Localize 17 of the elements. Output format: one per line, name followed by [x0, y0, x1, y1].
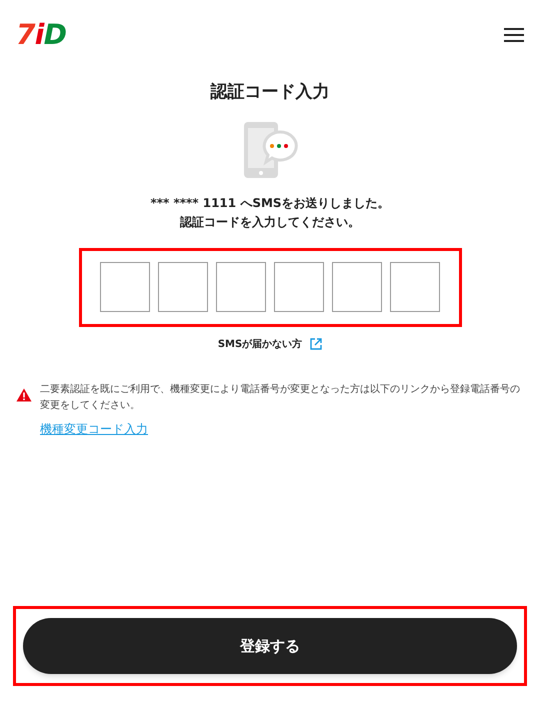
sms-sent-message: 認証コードを入力してください。 — [180, 214, 360, 230]
register-button[interactable]: 登録する — [23, 618, 517, 674]
external-link-icon[interactable] — [310, 338, 322, 350]
sms-help-link[interactable]: SMSが届かない方 — [218, 336, 302, 352]
phone-message-icon — [242, 120, 298, 180]
code-digit-field[interactable] — [274, 262, 324, 312]
code-digit-field[interactable] — [216, 262, 266, 312]
menu-icon[interactable] — [504, 27, 524, 43]
code-digit-field[interactable] — [390, 262, 440, 312]
logo[interactable]: 7iD — [16, 21, 66, 49]
page-title: 認証コード入力 — [210, 81, 330, 104]
code-digit-field[interactable] — [332, 262, 382, 312]
code-digit-field[interactable] — [158, 262, 208, 312]
sms-sent-message: *** **** 1111 へSMSをお送りしました。 — [150, 194, 390, 212]
code-digit-field[interactable] — [100, 262, 150, 312]
warning-icon — [16, 388, 32, 402]
notice-text: 二要素認証を既にご利用で、機種変更により電話番号が変更となった方は以下のリンクから登録電話番号の変更をしてください。 — [40, 382, 521, 412]
